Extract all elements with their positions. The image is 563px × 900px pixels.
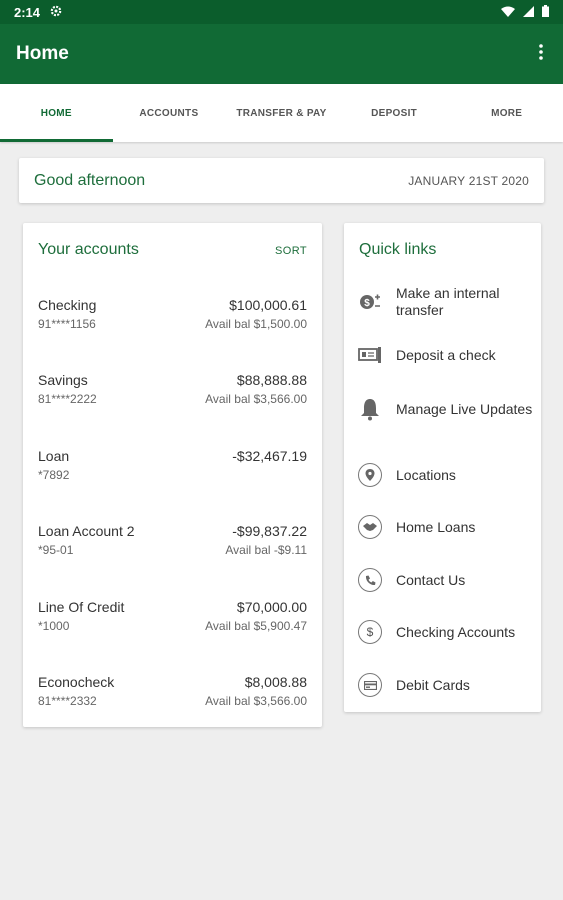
tab-more[interactable]: MORE	[450, 84, 563, 142]
account-number: 91****1156	[38, 317, 96, 331]
check-deposit-icon	[358, 343, 382, 367]
account-available-balance: Avail bal $3,566.00	[205, 694, 307, 708]
status-bar: 2:14	[0, 0, 563, 24]
tab-label: TRANSFER & PAY	[236, 107, 327, 119]
account-number: 81****2222	[38, 392, 97, 406]
handshake-icon	[358, 515, 382, 539]
account-number: *7892	[38, 468, 70, 482]
transfer-icon: $	[358, 290, 382, 314]
account-row-line-of-credit[interactable]: Line Of Credit *1000 $70,000.00 Avail ba…	[38, 599, 307, 639]
quick-link-label: Debit Cards	[396, 676, 470, 693]
account-balance: $8,008.88	[244, 674, 307, 690]
quick-link-label: Deposit a check	[396, 346, 496, 363]
quick-link-deposit-check[interactable]: Deposit a check	[358, 343, 533, 367]
tab-label: MORE	[491, 107, 523, 119]
account-name: Loan	[38, 448, 70, 464]
battery-icon	[542, 4, 549, 20]
tab-label: DEPOSIT	[371, 107, 418, 119]
account-name: Loan Account 2	[38, 523, 135, 539]
quick-link-debit-cards[interactable]: Debit Cards	[358, 673, 533, 697]
account-row-savings[interactable]: Savings 81****2222 $88,888.88 Avail bal …	[38, 372, 307, 412]
page-title: Home	[16, 43, 69, 64]
tab-label: ACCOUNTS	[139, 107, 199, 119]
tab-deposit[interactable]: DEPOSIT	[338, 84, 451, 142]
quick-link-label: Make an internal transfer	[396, 285, 500, 318]
quick-link-contact-us[interactable]: Contact Us	[358, 568, 533, 592]
location-pin-icon	[358, 463, 382, 487]
account-row-checking[interactable]: Checking 91****1156 $100,000.61 Avail ba…	[38, 297, 307, 337]
quick-link-manage-live-updates[interactable]: Manage Live Updates	[358, 397, 533, 421]
settings-gear-icon	[50, 5, 62, 20]
dollar-icon: $	[358, 620, 382, 644]
account-name: Savings	[38, 372, 88, 388]
account-name: Econocheck	[38, 674, 115, 690]
quick-links-title: Quick links	[359, 241, 437, 258]
account-row-loan[interactable]: Loan *7892 -$32,467.19	[38, 448, 307, 488]
svg-text:$: $	[364, 298, 370, 309]
accounts-card: Your accounts SORT Checking 91****1156 $…	[23, 223, 322, 727]
bell-icon	[358, 397, 382, 421]
tab-home[interactable]: HOME	[0, 84, 113, 142]
account-name: Checking	[38, 297, 97, 313]
sort-button[interactable]: SORT	[275, 245, 307, 257]
account-number: 81****2332	[38, 694, 97, 708]
account-balance: $70,000.00	[236, 599, 307, 615]
tab-label: HOME	[40, 107, 72, 119]
greeting-text: Good afternoon	[34, 171, 146, 189]
account-balance: -$32,467.19	[232, 448, 307, 464]
account-balance: -$99,837.22	[232, 523, 307, 539]
greeting-date: JANUARY 21ST 2020	[408, 173, 529, 188]
card-icon	[358, 673, 382, 697]
account-available-balance: Avail bal -$9.11	[225, 543, 307, 557]
quick-link-home-loans[interactable]: Home Loans	[358, 515, 533, 539]
account-available-balance: Avail bal $1,500.00	[205, 317, 307, 331]
account-row-loan-account-2[interactable]: Loan Account 2 *95-01 -$99,837.22 Avail …	[38, 523, 307, 563]
app-bar: Home	[0, 24, 563, 84]
quick-link-internal-transfer[interactable]: $ Make an internal transfer	[358, 285, 533, 319]
tab-bar: HOME ACCOUNTS TRANSFER & PAY DEPOSIT MOR…	[0, 84, 563, 142]
quick-link-label: Locations	[396, 466, 456, 483]
account-row-econocheck[interactable]: Econocheck 81****2332 $8,008.88 Avail ba…	[38, 674, 307, 714]
quick-link-label: Home Loans	[396, 518, 476, 535]
quick-link-locations[interactable]: Locations	[358, 463, 533, 487]
signal-icon	[523, 5, 534, 20]
wifi-icon	[501, 5, 515, 20]
overflow-menu-icon[interactable]	[535, 40, 547, 69]
quick-link-label: Checking Accounts	[396, 623, 516, 640]
account-available-balance: Avail bal $3,566.00	[205, 392, 307, 406]
account-balance: $88,888.88	[236, 372, 307, 388]
phone-icon	[358, 568, 382, 592]
account-balance: $100,000.61	[229, 297, 307, 313]
greeting-card: Good afternoon JANUARY 21ST 2020	[19, 158, 544, 203]
account-number: *95-01	[38, 543, 74, 557]
quick-link-label: Manage Live Updates	[396, 400, 533, 417]
quick-link-label: Contact Us	[396, 571, 466, 588]
quick-links-card: Quick links $ Make an internal transfer …	[344, 223, 541, 712]
account-name: Line Of Credit	[38, 599, 125, 615]
account-available-balance: Avail bal $5,900.47	[205, 619, 307, 633]
accounts-title: Your accounts	[38, 241, 139, 258]
quick-link-checking-accounts[interactable]: $ Checking Accounts	[358, 620, 533, 644]
tab-accounts[interactable]: ACCOUNTS	[113, 84, 226, 142]
account-number: *1000	[38, 619, 70, 633]
status-time: 2:14	[14, 4, 41, 20]
tab-transfer-pay[interactable]: TRANSFER & PAY	[225, 84, 338, 142]
